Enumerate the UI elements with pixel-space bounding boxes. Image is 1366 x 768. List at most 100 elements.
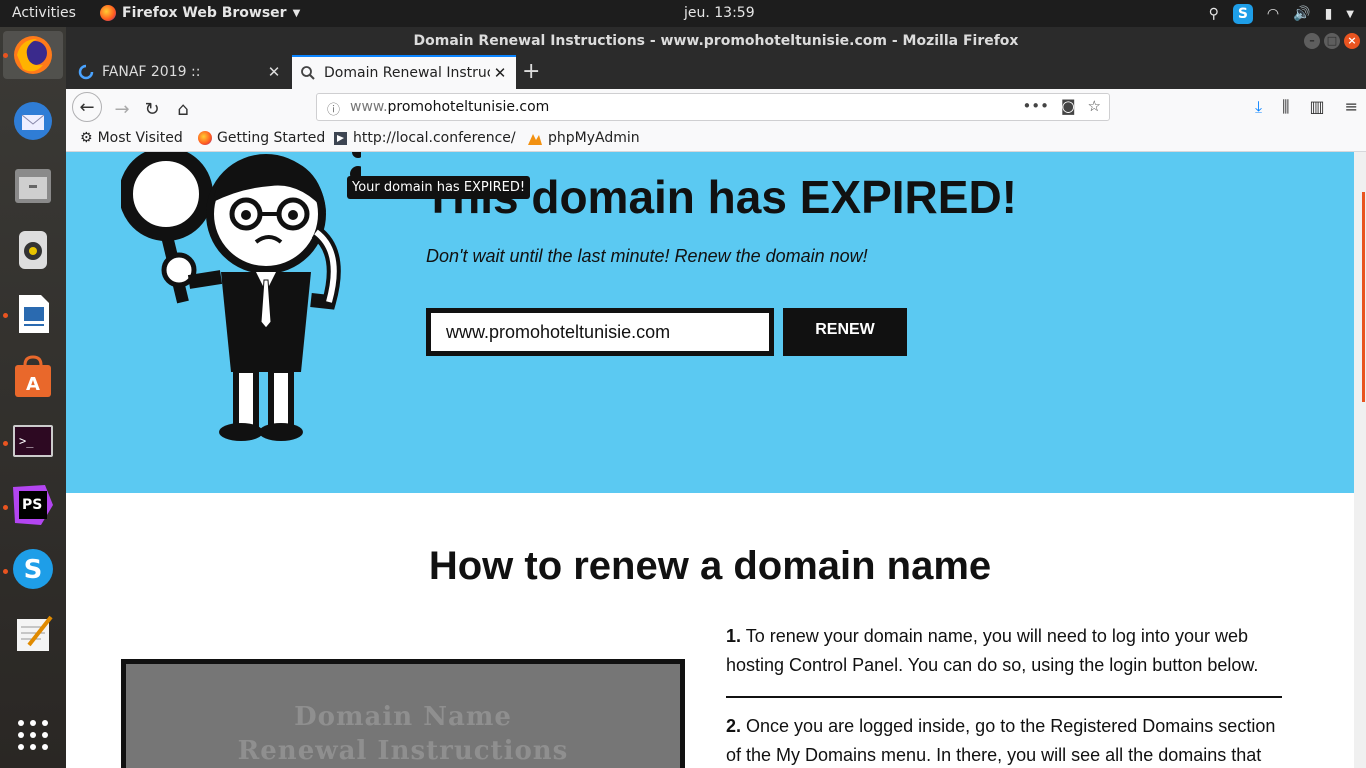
files-icon (15, 169, 51, 203)
domain-input[interactable]: www.promohoteltunisie.com (426, 308, 774, 356)
app-menu[interactable]: Firefox Web Browser ▼ (100, 5, 300, 21)
url-text[interactable]: www.promohoteltunisie.com (350, 99, 549, 115)
thunderbird-icon (14, 102, 52, 140)
volume-icon[interactable]: 🔊 (1293, 6, 1310, 22)
writer-icon (19, 295, 49, 333)
forward-button[interactable]: → (108, 95, 136, 123)
running-indicator (3, 53, 8, 58)
step-2: 2. Once you are logged inside, go to the… (726, 712, 1282, 768)
tab-fanaf[interactable]: FANAF 2019 :: ✕ (70, 55, 290, 89)
close-tab-icon[interactable]: ✕ (490, 64, 510, 82)
downloads-icon[interactable]: ⤓ (1255, 97, 1262, 117)
battery-icon[interactable]: ▮ (1325, 6, 1333, 22)
loading-icon (78, 64, 94, 80)
step-divider (726, 696, 1282, 698)
bookmark-most-visited[interactable]: ⚙ Most Visited (80, 130, 183, 146)
phpstorm-icon: PS (13, 485, 53, 525)
minimize-button[interactable]: – (1304, 33, 1320, 49)
dock-writer[interactable] (9, 289, 57, 337)
svg-text:S: S (24, 555, 43, 585)
gear-icon: ⚙ (80, 130, 93, 146)
tab-domain-renewal[interactable]: Domain Renewal Instruct ✕ (292, 55, 516, 89)
window-title-bar[interactable]: Domain Renewal Instructions - www.promoh… (66, 27, 1366, 55)
toolbar-right: ⤓ ⫼ ▥ ≡ (1255, 97, 1358, 117)
step-number: 2. (726, 716, 742, 736)
howto-heading: How to renew a domain name (428, 544, 992, 588)
clock[interactable]: jeu. 13:59 (684, 5, 755, 21)
url-domain: promohoteltunisie.com (387, 99, 550, 115)
software-icon: A (15, 355, 51, 397)
running-indicator (3, 313, 8, 318)
skype-tray-icon[interactable]: S (1232, 4, 1253, 24)
hero-subtitle: Don't wait until the last minute! Renew … (426, 246, 868, 266)
bookmark-label: Most Visited (97, 130, 183, 146)
navigation-toolbar: ← → ↻ ⌂ ⓘ www.promohoteltunisie.com ••• … (66, 89, 1366, 127)
url-prefix: www. (350, 99, 388, 115)
dock-thunderbird[interactable] (9, 97, 57, 145)
dock-rhythmbox[interactable] (9, 225, 57, 273)
video-title-line1: Domain Name (294, 702, 512, 732)
bookmark-star-icon[interactable]: ☆ (1088, 97, 1101, 115)
chevron-down-icon[interactable]: ▼ (1346, 9, 1354, 20)
bookmark-local-conference[interactable]: http://local.conference/ (333, 130, 516, 146)
show-apps-icon (18, 720, 48, 750)
site-info-icon[interactable]: ⓘ (327, 99, 340, 118)
skype-icon: S (13, 549, 53, 589)
step-text: Once you are logged inside, go to the Re… (726, 716, 1276, 765)
new-tab-button[interactable]: + (522, 59, 540, 84)
steps-list: 1. To renew your domain name, you will n… (726, 622, 1282, 768)
maximize-button[interactable]: □ (1324, 33, 1340, 49)
page-actions-menu-icon[interactable]: ••• (1022, 97, 1049, 115)
tab-strip: FANAF 2019 :: ✕ Domain Renewal Instruct … (66, 55, 1366, 89)
sidebar-icon[interactable]: ▥ (1309, 97, 1324, 117)
url-bar[interactable]: ⓘ www.promohoteltunisie.com ••• ◙ ☆ (316, 93, 1110, 121)
home-button[interactable]: ⌂ (169, 95, 197, 123)
close-window-button[interactable]: × (1344, 33, 1360, 49)
scrollbar-thumb[interactable] (1362, 192, 1365, 402)
running-indicator (3, 569, 8, 574)
running-indicator (3, 505, 8, 510)
dock-firefox[interactable] (3, 31, 63, 79)
dock-phpstorm[interactable]: PS (9, 481, 57, 529)
bookmarks-toolbar: ⚙ Most Visited Getting Started http://lo… (66, 127, 1366, 152)
dock-software[interactable]: A (9, 353, 57, 401)
bookmark-phpmyadmin[interactable]: phpMyAdmin (527, 130, 640, 146)
video-title-line2: Renewal Instructions (237, 736, 569, 766)
bookmark-label: Getting Started (217, 130, 326, 146)
expired-hero: This domain has EXPIRED! Your domain has… (66, 152, 1354, 493)
firefox-icon (198, 131, 212, 145)
library-icon[interactable]: ⫼ (1282, 97, 1289, 117)
confused-mascot-illustration (121, 152, 361, 441)
firefox-icon (100, 5, 116, 21)
web-page: This domain has EXPIRED! Your domain has… (66, 152, 1354, 768)
accessibility-icon[interactable]: ⚲ (1209, 6, 1219, 22)
page-icon (334, 131, 347, 145)
search-icon (301, 66, 315, 80)
dock-text-editor[interactable] (9, 609, 57, 657)
close-tab-icon[interactable]: ✕ (264, 63, 284, 81)
svg-text:>_: >_ (19, 434, 34, 448)
window-title: Domain Renewal Instructions - www.promoh… (413, 33, 1019, 49)
instructions-video[interactable]: Domain Name Renewal Instructions (121, 659, 685, 768)
bookmark-label: http://local.conference/ (353, 130, 516, 146)
activities-button[interactable]: Activities (12, 5, 76, 21)
back-button[interactable]: ← (72, 92, 102, 122)
pocket-icon[interactable]: ◙ (1061, 97, 1076, 115)
hamburger-menu-icon[interactable]: ≡ (1345, 97, 1358, 117)
bookmark-getting-started[interactable]: Getting Started (198, 130, 325, 146)
gnome-top-bar: Activities Firefox Web Browser ▼ jeu. 13… (0, 0, 1366, 27)
page-actions: ••• ◙ ☆ (1022, 97, 1101, 115)
renew-button[interactable]: RENEW (783, 308, 907, 356)
system-tray[interactable]: ⚲ S ◠ 🔊 ▮ ▼ (1209, 4, 1354, 24)
terminal-icon: >_ (13, 425, 53, 457)
tab-label: Domain Renewal Instruct (324, 65, 490, 81)
wifi-icon[interactable]: ◠ (1267, 6, 1279, 22)
page-scrollbar[interactable] (1354, 152, 1366, 768)
step-number: 1. (726, 626, 742, 646)
chevron-down-icon: ▼ (292, 7, 301, 19)
dock-files[interactable] (9, 161, 57, 209)
dock-show-apps[interactable] (9, 711, 57, 759)
dock-skype[interactable]: S (9, 545, 57, 593)
dock-terminal[interactable]: >_ (9, 417, 57, 465)
reload-button[interactable]: ↻ (138, 95, 166, 123)
